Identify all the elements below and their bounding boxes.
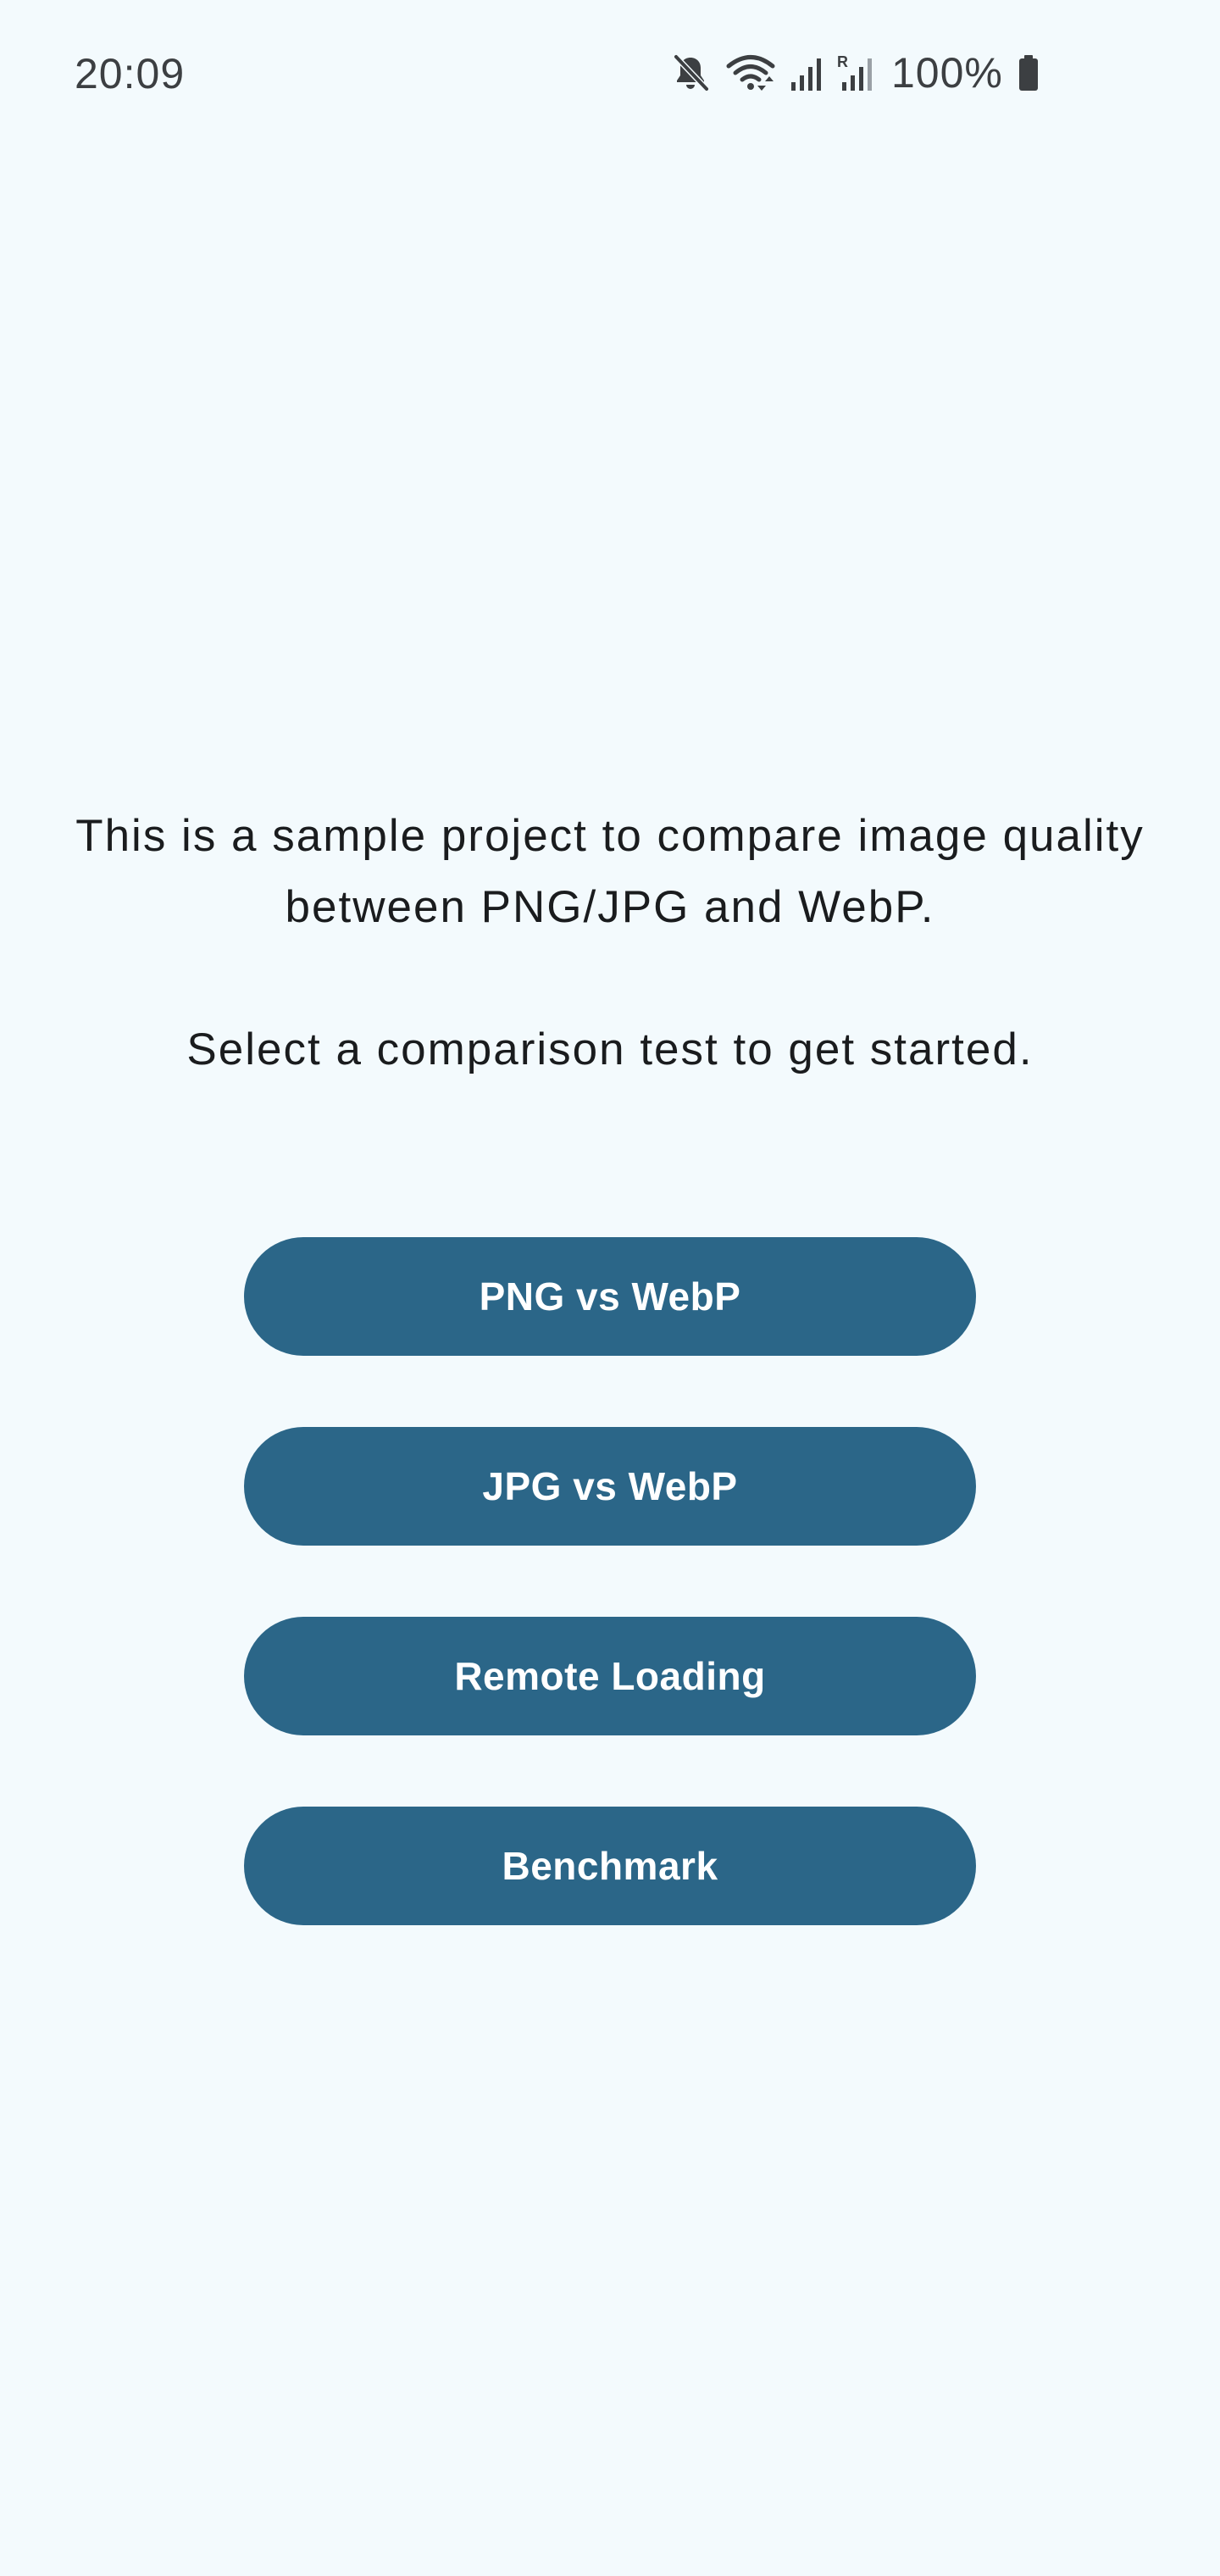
wifi-icon (725, 52, 776, 94)
intro-description: This is a sample project to compare imag… (75, 811, 1145, 932)
svg-text:R: R (837, 53, 848, 70)
status-time: 20:09 (75, 50, 186, 97)
png-vs-webp-button[interactable]: PNG vs WebP (244, 1237, 976, 1356)
battery-icon (1017, 52, 1040, 94)
status-bar: 20:09 R 100% (0, 0, 1220, 153)
mute-icon (669, 52, 712, 94)
signal-icon (790, 52, 824, 94)
remote-loading-button[interactable]: Remote Loading (244, 1617, 976, 1735)
status-icons: R 100% (669, 47, 1040, 98)
jpg-vs-webp-button[interactable]: JPG vs WebP (244, 1427, 976, 1546)
intro-instruction: Select a comparison test to get started. (186, 1024, 1034, 1074)
roaming-signal-icon: R (837, 52, 874, 94)
intro-text: This is a sample project to compare imag… (34, 801, 1186, 1085)
battery-percentage: 100% (891, 49, 1003, 97)
benchmark-button[interactable]: Benchmark (244, 1807, 976, 1925)
